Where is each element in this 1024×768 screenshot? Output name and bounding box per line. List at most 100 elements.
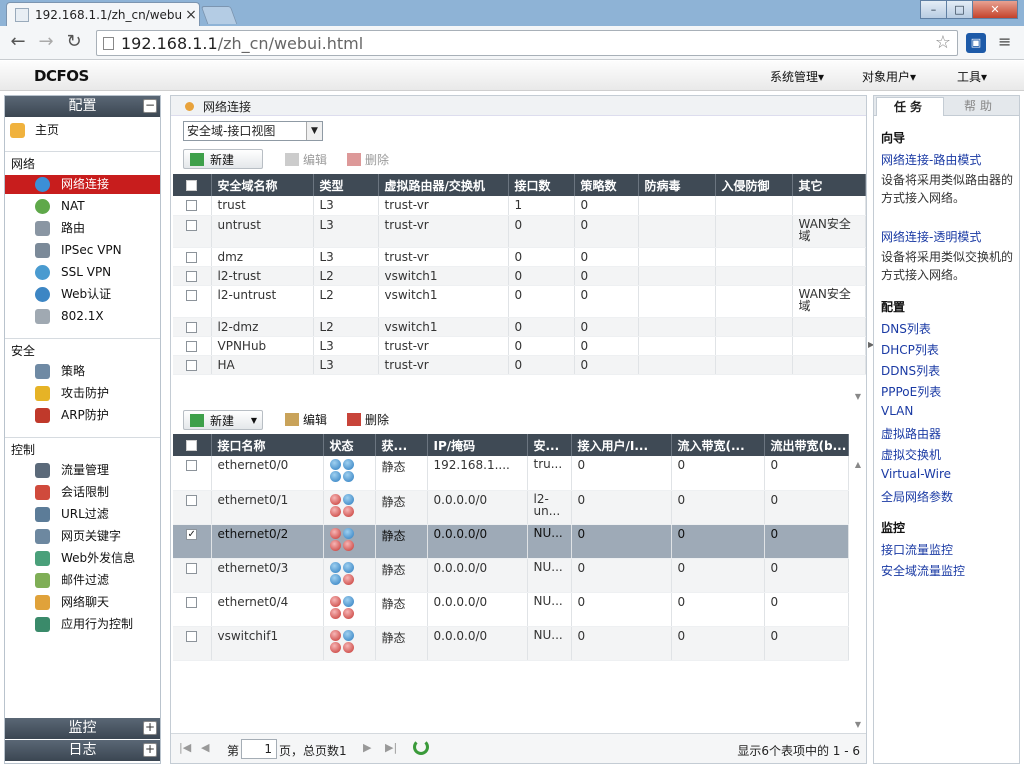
col-users[interactable]: 接入用户/I...	[571, 434, 672, 456]
maximize-icon[interactable]: □	[946, 0, 973, 19]
col-type[interactable]: 类型	[313, 174, 379, 196]
link-virtual-wire[interactable]: Virtual-Wire	[881, 467, 951, 481]
nav-item-attack-defense[interactable]: 攻击防护	[5, 384, 160, 403]
menu-tools[interactable]: 工具▾	[957, 68, 987, 85]
zone-new-button[interactable]: 新建	[183, 149, 263, 169]
row-checkbox-cell[interactable]	[173, 215, 212, 248]
col-out-bandwidth[interactable]: 流出带宽(b...	[764, 434, 849, 456]
row-checkbox-cell[interactable]	[173, 592, 212, 627]
col-if-name[interactable]: 接口名称	[211, 434, 324, 456]
row-checkbox[interactable]	[186, 219, 198, 231]
log-panel-header[interactable]: 日志 +	[5, 740, 160, 761]
table-row[interactable]: trust L3 trust-vr 1 0	[173, 196, 866, 216]
link-route-mode-wizard[interactable]: 网络连接-路由模式	[881, 151, 981, 168]
col-if-count[interactable]: 接口数	[508, 174, 575, 196]
row-checkbox-cell[interactable]	[173, 558, 212, 593]
row-checkbox[interactable]	[186, 251, 198, 263]
reload-icon[interactable]: ↻	[64, 33, 84, 51]
link-pppoe-list[interactable]: PPPoE列表	[881, 383, 941, 400]
table-row[interactable]: ethernet0/4 静态 0.0.0.0/0 NU... 0 0 0	[173, 592, 849, 627]
link-transparent-mode-wizard[interactable]: 网络连接-透明模式	[881, 228, 981, 245]
extension-icon[interactable]: ▣	[966, 33, 986, 53]
col-status[interactable]: 状态	[323, 434, 376, 456]
row-checkbox-cell[interactable]	[173, 626, 212, 661]
zone-edit-button[interactable]: 编辑	[285, 150, 327, 170]
new-tab-button[interactable]	[200, 6, 238, 24]
row-checkbox[interactable]	[186, 200, 198, 211]
row-checkbox-cell[interactable]	[173, 266, 212, 286]
nav-item-chat[interactable]: 网络聊天	[5, 593, 160, 612]
back-icon[interactable]: ←	[8, 33, 28, 51]
if-edit-button[interactable]: 编辑	[285, 410, 327, 430]
minimize-icon[interactable]: –	[920, 0, 947, 19]
row-checkbox[interactable]	[186, 321, 198, 333]
if-new-button[interactable]: 新建 ▼	[183, 410, 263, 430]
nav-item-policy[interactable]: 策略	[5, 362, 160, 381]
select-all-checkbox[interactable]	[173, 434, 212, 456]
tab-close-icon[interactable]: ×	[183, 7, 199, 23]
nav-item-web-outbound[interactable]: Web外发信息	[5, 549, 160, 568]
col-vrouter[interactable]: 虚拟路由器/交换机	[378, 174, 509, 196]
col-in-bandwidth[interactable]: 流入带宽(...	[671, 434, 765, 456]
window-close-icon[interactable]: ✕	[972, 0, 1018, 19]
col-ips[interactable]: 入侵防御	[715, 174, 793, 196]
row-checkbox[interactable]	[186, 630, 198, 642]
link-global-network-params[interactable]: 全局网络参数	[881, 488, 953, 505]
zone-delete-button[interactable]: 删除	[347, 150, 389, 170]
table-row[interactable]: l2-dmz L2 vswitch1 0 0	[173, 317, 866, 337]
table-row[interactable]: l2-untrust L2 vswitch1 0 0 WAN安全域	[173, 285, 866, 318]
expand-icon[interactable]: +	[143, 743, 157, 757]
prev-page-icon[interactable]: ◀	[201, 741, 209, 754]
row-checkbox[interactable]: ✓	[186, 528, 198, 540]
nav-item-ssl-vpn[interactable]: SSL VPN	[5, 263, 160, 282]
col-security-zone[interactable]: 安...	[527, 434, 572, 456]
row-checkbox-cell[interactable]	[173, 285, 212, 318]
menu-object-users[interactable]: 对象用户▾	[862, 68, 916, 85]
nav-item-network-connection[interactable]: 网络连接	[5, 175, 160, 194]
row-checkbox-cell[interactable]	[173, 336, 212, 356]
row-checkbox[interactable]	[186, 494, 198, 506]
col-policy-count[interactable]: 策略数	[574, 174, 639, 196]
col-get-mode[interactable]: 获...	[375, 434, 428, 456]
nav-item-8021x[interactable]: 802.1X	[5, 307, 160, 326]
row-checkbox[interactable]	[186, 596, 198, 608]
nav-item-ipsec-vpn[interactable]: IPSec VPN	[5, 241, 160, 260]
expand-icon[interactable]: +	[143, 721, 157, 735]
row-checkbox[interactable]	[186, 270, 198, 282]
bookmark-star-icon[interactable]: ☆	[935, 32, 951, 53]
nav-item-web-auth[interactable]: Web认证	[5, 285, 160, 304]
tab-task[interactable]: 任务	[876, 97, 944, 116]
table-row[interactable]: untrust L3 trust-vr 0 0 WAN安全域	[173, 215, 866, 248]
link-virtual-switch[interactable]: 虚拟交换机	[881, 446, 941, 463]
select-all-checkbox[interactable]	[173, 174, 212, 196]
table-row[interactable]: ✓ ethernet0/2 静态 0.0.0.0/0 NU... 0 0 0	[173, 524, 849, 559]
link-zone-traffic-monitor[interactable]: 安全域流量监控	[881, 562, 965, 579]
refresh-icon[interactable]	[413, 739, 429, 755]
row-checkbox-cell[interactable]	[173, 355, 212, 375]
view-select[interactable]: 安全域-接口视图 ▼	[183, 121, 323, 141]
row-checkbox-cell[interactable]	[173, 490, 212, 525]
nav-item-traffic-mgmt[interactable]: 流量管理	[5, 461, 160, 480]
table-row[interactable]: VPNHub L3 trust-vr 0 0	[173, 336, 866, 356]
nav-item-nat[interactable]: NAT	[5, 197, 160, 216]
table-row[interactable]: vswitchif1 静态 0.0.0.0/0 NU... 0 0 0	[173, 626, 849, 661]
nav-item-routing[interactable]: 路由	[5, 219, 160, 238]
tab-help[interactable]: 帮助	[946, 97, 1014, 116]
scroll-up-icon[interactable]: ▲	[853, 460, 863, 469]
row-checkbox[interactable]	[186, 289, 198, 301]
table-row[interactable]: ethernet0/0 静态 192.168.1.... tru... 0 0 0	[173, 456, 849, 491]
link-dns-list[interactable]: DNS列表	[881, 320, 931, 337]
menu-system-management[interactable]: 系统管理▾	[770, 68, 824, 85]
link-dhcp-list[interactable]: DHCP列表	[881, 341, 939, 358]
col-ip-mask[interactable]: IP/掩码	[427, 434, 528, 456]
nav-item-url-filter[interactable]: URL过滤	[5, 505, 160, 524]
row-checkbox-cell[interactable]	[173, 456, 212, 491]
next-page-icon[interactable]: ▶	[363, 741, 371, 754]
link-ddns-list[interactable]: DDNS列表	[881, 362, 940, 379]
col-other[interactable]: 其它	[792, 174, 866, 196]
browser-tab[interactable]: 192.168.1.1/zh_cn/webu ×	[6, 2, 200, 27]
nav-home[interactable]: 主页	[5, 121, 160, 140]
nav-item-web-keyword[interactable]: 网页关键字	[5, 527, 160, 546]
scroll-down-icon[interactable]: ▼	[853, 392, 863, 401]
forward-icon[interactable]: →	[36, 33, 56, 51]
